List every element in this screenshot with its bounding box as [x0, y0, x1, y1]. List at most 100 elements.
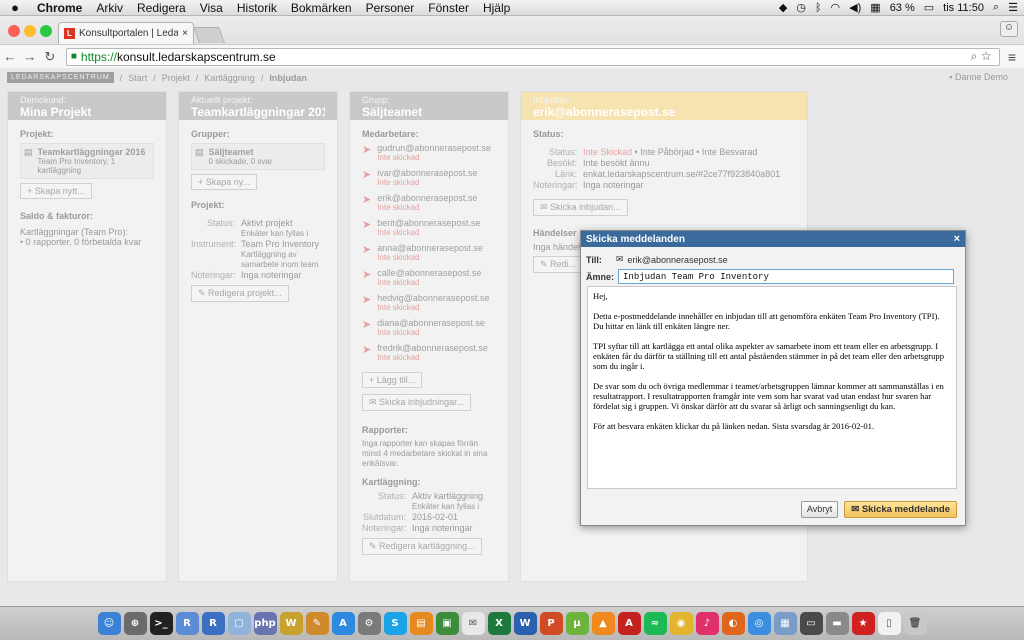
menu-arkiv[interactable]: Arkiv — [89, 1, 130, 15]
mail-icon[interactable]: ✉ — [461, 612, 485, 635]
minimize-window-button[interactable] — [24, 25, 36, 37]
edit-project-button[interactable]: ✎ Redigera projekt... — [191, 285, 289, 302]
address-bar[interactable]: ■ https:// konsult.ledarskapscentrum.se … — [65, 47, 1001, 66]
appstore-icon[interactable]: A — [331, 612, 355, 635]
user-name[interactable]: Danne Demo — [955, 72, 1008, 82]
message-body-textarea[interactable]: Hej, Detta e-postmeddelande innehåller e… — [587, 286, 957, 489]
volume-icon[interactable]: ◀) — [849, 1, 861, 14]
breadcrumb-kartlaggning[interactable]: Kartläggning — [204, 73, 255, 83]
tab-close-icon[interactable]: × — [182, 28, 188, 39]
flag-icon[interactable]: ★ — [851, 612, 875, 635]
link-value[interactable]: enkat.ledarskapscentrum.se/#2ce77f923840… — [583, 169, 780, 179]
new-tab-button[interactable] — [193, 27, 225, 43]
utorrent-icon[interactable]: µ — [565, 612, 589, 635]
member-item[interactable]: ➤ gudrun@abonnerasepost.se Inte skickad — [362, 143, 496, 168]
add-member-button[interactable]: + Lägg till... — [362, 372, 423, 388]
menu-visa[interactable]: Visa — [193, 1, 230, 15]
skype-icon[interactable]: S — [383, 612, 407, 635]
breadcrumb-inbjudan: Inbjudan — [269, 72, 307, 83]
spotify-icon[interactable]: ≈ — [643, 612, 667, 635]
notification-center-icon[interactable]: ☰ — [1008, 1, 1018, 14]
battery-icon[interactable]: ▭ — [924, 1, 934, 14]
send-message-button[interactable]: ✉ Skicka meddelande — [844, 501, 957, 518]
close-icon[interactable]: × — [954, 233, 960, 245]
browser-tab[interactable]: L Konsultportalen | Ledarskap × — [58, 22, 194, 44]
edit-survey-button[interactable]: ✎ Redigera kartläggning... — [362, 538, 482, 555]
bluetooth-icon[interactable]: ᛒ — [815, 2, 822, 14]
keynote-icon[interactable]: ▭ — [799, 612, 823, 635]
bookmark-star-icon[interactable]: ☆ — [981, 49, 995, 63]
itunes-icon[interactable]: ♪ — [695, 612, 719, 635]
new-project-button[interactable]: + Skapa nytt... — [20, 183, 92, 199]
menu-hjalp[interactable]: Hjälp — [476, 1, 517, 15]
forward-arrow-icon[interactable]: → — [20, 49, 40, 64]
scanner-icon[interactable]: ▬ — [825, 612, 849, 635]
wifi-icon[interactable]: ◠ — [831, 1, 841, 14]
launchpad-icon[interactable]: ⊕ — [123, 612, 147, 635]
spotlight-icon[interactable]: ⌕ — [993, 1, 999, 14]
back-arrow-icon[interactable]: ← — [0, 49, 20, 64]
send-invitation-button[interactable]: ✉ Skicka inbjudan... — [533, 199, 628, 216]
zoom-window-button[interactable] — [40, 25, 52, 37]
menu-clock[interactable]: tis 11:50 — [943, 2, 984, 14]
site-logo[interactable]: LEDARSKAPSCENTRUM — [7, 72, 114, 83]
trash-icon[interactable]: 🗑 — [903, 612, 927, 635]
member-item[interactable]: ➤ diana@abonnerasepost.se Inte skickad — [362, 318, 496, 343]
project-item[interactable]: ▤ Teamkartläggningar 2016 Team Pro Inven… — [20, 143, 154, 179]
subject-input[interactable] — [618, 269, 955, 284]
acrobat-icon[interactable]: A — [617, 612, 641, 635]
menu-fonster[interactable]: Fönster — [421, 1, 476, 15]
chrome-icon[interactable]: ◉ — [669, 612, 693, 635]
send-invitations-button[interactable]: ✉ Skicka inbjudningar... — [362, 394, 472, 411]
cancel-button[interactable]: Avbryt — [800, 501, 839, 518]
member-item[interactable]: ➤ ivar@abonnerasepost.se Inte skickad — [362, 168, 496, 193]
member-item[interactable]: ➤ hedvig@abonnerasepost.se Inte skickad — [362, 293, 496, 318]
member-item[interactable]: ➤ erik@abonnerasepost.se Inte skickad — [362, 193, 496, 218]
menu-app-chrome[interactable]: Chrome — [30, 1, 89, 15]
member-item[interactable]: ➤ calle@abonnerasepost.se Inte skickad — [362, 268, 496, 293]
box-icon[interactable]: ▢ — [227, 612, 251, 635]
breadcrumb-start[interactable]: Start — [128, 73, 147, 83]
document-icon[interactable]: ▯ — [877, 612, 901, 635]
member-item[interactable]: ➤ fredrik@abonnerasepost.se Inte skickad — [362, 343, 496, 368]
time-machine-icon[interactable]: ◷ — [796, 1, 806, 14]
profile-icon[interactable]: ☺ — [1000, 21, 1018, 37]
powerpoint-icon[interactable]: P — [539, 612, 563, 635]
group-item[interactable]: ▤ Säljteamet 0 skickade, 0 svar — [191, 143, 325, 170]
settings-icon[interactable]: ⚙ — [357, 612, 381, 635]
menu-historik[interactable]: Historik — [230, 1, 284, 15]
php-icon[interactable]: php — [253, 612, 277, 635]
word-icon[interactable]: W — [513, 612, 537, 635]
battery-status[interactable]: 63 % — [890, 2, 915, 14]
apple-menu-icon[interactable]: ● — [0, 0, 30, 15]
pencil-icon[interactable]: ✎ — [305, 612, 329, 635]
member-item[interactable]: ➤ berit@abonnerasepost.se Inte skickad — [362, 218, 496, 243]
breadcrumb-projekt[interactable]: Projekt — [162, 73, 190, 83]
menu-redigera[interactable]: Redigera — [130, 1, 193, 15]
terminal-icon[interactable]: >_ — [149, 612, 173, 635]
finder-icon[interactable]: ☺ — [97, 612, 121, 635]
new-group-button[interactable]: + Skapa ny... — [191, 174, 258, 190]
close-window-button[interactable] — [8, 25, 20, 37]
r-icon[interactable]: R — [175, 612, 199, 635]
safari-icon[interactable]: ◎ — [747, 612, 771, 635]
menu-personer[interactable]: Personer — [359, 1, 422, 15]
menu-bokmarken[interactable]: Bokmärken — [284, 1, 359, 15]
reload-icon[interactable]: ↻ — [40, 49, 60, 65]
vlc-icon[interactable]: ▲ — [591, 612, 615, 635]
user-menu[interactable]: ▪ Danne Demo — [949, 72, 1008, 82]
search-icon[interactable]: ⌕ — [971, 49, 982, 63]
edit-invitation-button[interactable]: ✎ Redi... — [533, 256, 584, 273]
menu-icon[interactable]: ≡ — [1000, 49, 1024, 65]
books-icon[interactable]: ▤ — [409, 612, 433, 635]
excel-icon[interactable]: X — [487, 612, 511, 635]
filezilla-icon[interactable]: W — [279, 612, 303, 635]
folder-icon: ▤ — [24, 147, 33, 157]
input-source-icon[interactable]: ▦ — [870, 1, 880, 14]
photos-icon[interactable]: ▣ — [435, 612, 459, 635]
dropbox-icon[interactable]: ◆ — [779, 1, 787, 14]
member-item[interactable]: ➤ anna@abonnerasepost.se Inte skickad — [362, 243, 496, 268]
firefox-icon[interactable]: ◐ — [721, 612, 745, 635]
preview-icon[interactable]: ▦ — [773, 612, 797, 635]
rstudio-icon[interactable]: R — [201, 612, 225, 635]
